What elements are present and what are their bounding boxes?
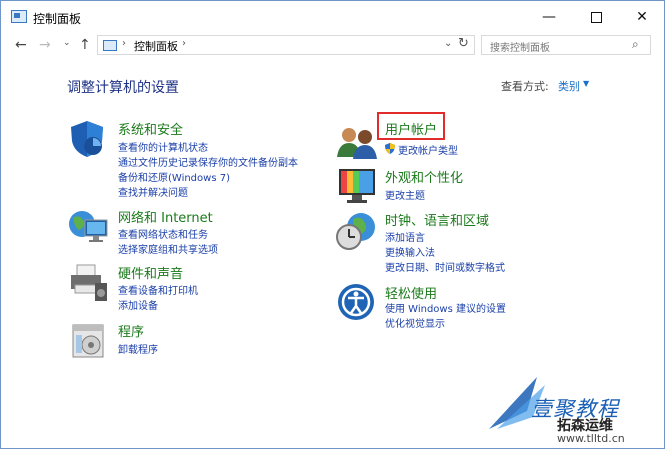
link-change-date-time-format[interactable]: 更改日期、时间或数字格式 [385,259,505,274]
minimize-button[interactable]: — [526,1,572,33]
clock-globe-icon[interactable] [335,211,377,251]
network-globe-icon[interactable] [67,208,109,246]
control-panel-icon [11,10,27,23]
close-button[interactable]: ✕ [619,1,665,33]
category-programs[interactable]: 程序 [118,321,144,340]
recent-locations-button[interactable]: ⌄ [63,38,71,48]
up-button[interactable]: ↑ [79,37,91,53]
breadcrumb-control-panel[interactable]: 控制面板 [134,38,178,54]
link-optimize-visual-display[interactable]: 优化视觉显示 [385,315,445,330]
forward-button[interactable]: → [39,37,51,53]
control-panel-icon [103,40,117,51]
programs-icon[interactable] [71,321,105,359]
link-uninstall-program[interactable]: 卸载程序 [118,341,158,356]
view-by-label: 查看方式: [501,80,549,93]
uac-shield-icon [385,143,395,154]
address-dropdown-button[interactable]: ⌄ [444,38,452,49]
view-by-dropdown[interactable]: 类别 [558,78,580,94]
link-recommended-settings[interactable]: 使用 Windows 建议的设置 [385,300,506,315]
category-user-accounts[interactable]: 用户帐户 [385,119,437,138]
ease-of-access-icon[interactable] [337,283,375,321]
breadcrumb-separator[interactable]: › [122,38,126,49]
printer-speaker-icon[interactable] [67,263,109,303]
link-change-input-method[interactable]: 更换输入法 [385,244,435,259]
link-devices-printers[interactable]: 查看设备和打印机 [118,282,198,297]
title-bar: 控制面板 — ✕ [1,1,664,33]
category-clock-language-region[interactable]: 时钟、语言和区域 [385,210,489,229]
maximize-button[interactable] [573,1,619,33]
watermark-url: www.tlltd.cn [557,432,625,445]
link-troubleshoot[interactable]: 查找并解决问题 [118,184,188,199]
navigation-bar: ← → ⌄ ↑ › 控制面板 › ⌄ ↻ 搜索控制面板 ⌕ [1,33,664,57]
shield-icon[interactable] [67,119,107,159]
window-title: 控制面板 [33,12,82,26]
search-input[interactable]: 搜索控制面板 ⌕ [481,35,651,55]
link-file-history[interactable]: 通过文件历史记录保存你的文件备份副本 [118,154,298,169]
search-placeholder: 搜索控制面板 [490,43,550,54]
control-panel-window: 控制面板 — ✕ ← → ⌄ ↑ › 控制面板 › ⌄ ↻ 搜索控制面板 ⌕ 调… [0,0,665,449]
address-bar[interactable]: › 控制面板 › ⌄ ↻ [97,35,475,55]
back-button[interactable]: ← [15,37,27,53]
link-add-device[interactable]: 添加设备 [118,297,158,312]
category-hardware-sound[interactable]: 硬件和声音 [118,263,183,282]
link-change-theme[interactable]: 更改主题 [385,187,425,202]
chevron-down-icon[interactable]: ▼ [583,79,589,88]
link-change-account-type[interactable]: 更改帐户类型 [398,142,458,157]
link-view-computer-status[interactable]: 查看你的计算机状态 [118,139,208,154]
appearance-monitor-icon[interactable] [337,167,377,205]
link-homegroup[interactable]: 选择家庭组和共享选项 [118,241,218,256]
category-system-security[interactable]: 系统和安全 [118,119,183,138]
category-appearance[interactable]: 外观和个性化 [385,167,463,186]
search-icon[interactable]: ⌕ [632,37,639,52]
breadcrumb-separator[interactable]: › [182,38,186,49]
link-network-status[interactable]: 查看网络状态和任务 [118,226,208,241]
user-accounts-icon[interactable] [337,125,377,159]
refresh-button[interactable]: ↻ [458,36,469,51]
category-network-internet[interactable]: 网络和 Internet [118,207,213,226]
page-title: 调整计算机的设置 [67,80,179,96]
link-add-language[interactable]: 添加语言 [385,229,425,244]
link-backup-restore[interactable]: 备份和还原(Windows 7) [118,169,230,184]
maximize-icon [590,11,602,23]
